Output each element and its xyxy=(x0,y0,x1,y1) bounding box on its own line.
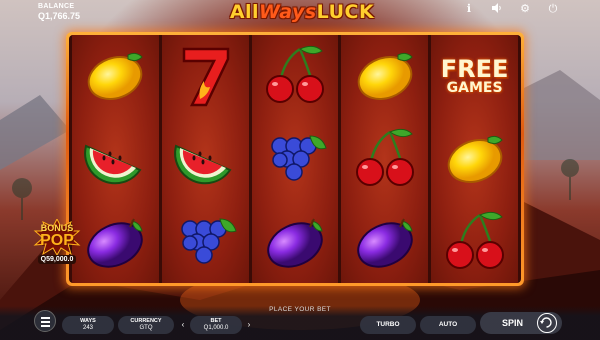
menu-icon xyxy=(41,317,50,319)
lemon-symbol xyxy=(72,35,159,118)
menu-button[interactable] xyxy=(34,310,56,332)
seven-symbol xyxy=(162,35,249,118)
ways-display: WAYS 243 xyxy=(62,316,114,334)
info-icon[interactable]: ℹ xyxy=(462,2,476,16)
bet-increase-button[interactable]: › xyxy=(244,320,254,330)
spin-label: SPIN xyxy=(502,318,524,328)
free-games-symbol: FREE GAMES xyxy=(431,35,518,118)
grapes-symbol xyxy=(162,200,249,283)
seven-icon xyxy=(182,48,230,107)
menu-icon-bar xyxy=(41,325,50,327)
auto-label: AUTO xyxy=(438,321,458,328)
bet-value: Q1,000.0 xyxy=(203,325,229,331)
bet-decrease-button[interactable]: ‹ xyxy=(178,320,188,330)
cherries-icon xyxy=(355,128,414,186)
reel-5: FREE GAMES xyxy=(431,35,518,283)
cherries-symbol xyxy=(252,35,339,118)
pop-label: POP xyxy=(40,232,74,249)
plum-icon xyxy=(267,218,323,268)
sound-icon[interactable] xyxy=(490,2,504,16)
plum-symbol xyxy=(252,200,339,283)
settings-icon[interactable]: ⚙ xyxy=(518,2,532,16)
plum-icon xyxy=(357,218,413,268)
cherries-icon xyxy=(445,211,504,269)
auto-button[interactable]: AUTO xyxy=(420,316,476,334)
lemon-icon xyxy=(357,53,413,101)
grapes-icon xyxy=(271,135,327,181)
grapes-symbol xyxy=(252,118,339,201)
turbo-button[interactable]: TURBO xyxy=(360,316,416,334)
cherries-icon xyxy=(265,46,324,104)
bet-display: BET Q1,000.0 xyxy=(190,316,242,334)
balance-label: BALANCE xyxy=(38,3,75,10)
bet-label: BET xyxy=(210,318,222,324)
games-label: GAMES xyxy=(446,80,503,97)
currency-display: CURRENCY GTQ xyxy=(118,316,174,334)
watermelon-icon xyxy=(84,144,142,185)
currency-value: GTQ xyxy=(139,325,153,331)
bonus-pop-badge: BONUS POP Q59,000.0 xyxy=(30,219,84,270)
grapes-icon xyxy=(181,218,237,264)
free-games-text: FREE GAMES xyxy=(441,57,509,95)
reel-4 xyxy=(341,35,429,283)
top-bar: BALANCE Q1,766.75 AllWaysLUCK ℹ ⚙ ⏻ xyxy=(0,0,600,26)
cherries-symbol xyxy=(341,118,428,201)
spin-button[interactable]: SPIN xyxy=(480,312,562,334)
fullscreen-icon[interactable]: ⏻ xyxy=(546,2,560,16)
spin-icon xyxy=(537,313,557,333)
plum-symbol xyxy=(341,200,428,283)
plum-icon xyxy=(87,218,144,268)
balance-value: Q1,766.75 xyxy=(38,11,81,21)
ways-label: WAYS xyxy=(80,318,96,324)
turbo-label: TURBO xyxy=(376,321,400,328)
top-icons: ℹ ⚙ ⏻ xyxy=(462,2,560,16)
menu-icon-bar xyxy=(41,321,50,323)
reel-2 xyxy=(161,35,249,283)
watermelon-icon xyxy=(174,144,232,185)
lemon-icon xyxy=(88,53,144,101)
currency-label: CURRENCY xyxy=(130,318,162,324)
game-logo: AllWaysLUCK xyxy=(208,1,396,23)
lemon-symbol xyxy=(341,35,428,118)
plum-symbol xyxy=(72,200,159,283)
cherries-symbol xyxy=(431,200,518,283)
reels-grid: FREE GAMES xyxy=(69,35,521,283)
reels-frame: FREE GAMES xyxy=(66,32,524,286)
lemon-symbol xyxy=(431,118,518,201)
logo-middle: Ways xyxy=(259,1,317,23)
free-label: FREE xyxy=(440,55,509,84)
watermelon-symbol xyxy=(162,118,249,201)
reel-1 xyxy=(72,35,159,283)
ways-value: 243 xyxy=(82,325,93,331)
reel-3 xyxy=(251,35,339,283)
logo-prefix: All xyxy=(229,1,260,23)
watermelon-symbol xyxy=(72,118,159,201)
logo-suffix: LUCK xyxy=(316,1,375,23)
lemon-icon xyxy=(447,135,503,183)
bonus-amount: Q59,000.0 xyxy=(37,255,77,264)
